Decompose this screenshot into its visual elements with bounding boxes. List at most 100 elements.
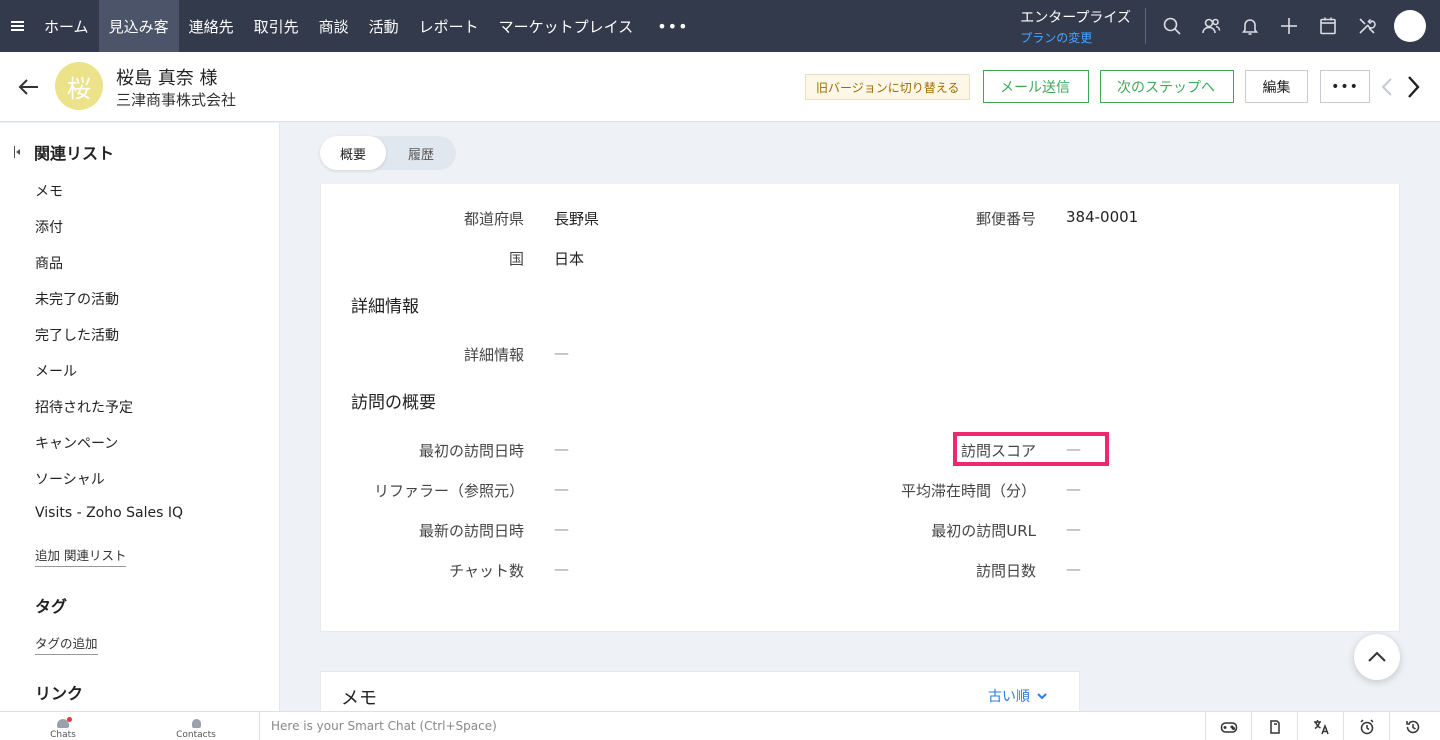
- chats-label: Chats: [50, 730, 76, 740]
- related-item-products[interactable]: 商品: [35, 253, 183, 289]
- nav-accounts[interactable]: 取引先: [244, 0, 309, 52]
- related-list-header[interactable]: 関連リスト: [14, 140, 114, 164]
- avg-time-label: 平均滞在時間（分）: [900, 482, 1036, 500]
- section-visit-title: 訪問の概要: [351, 393, 436, 413]
- chevron-down-icon: [1037, 693, 1047, 700]
- bell-icon[interactable]: [1230, 0, 1269, 52]
- chat-icon: [57, 717, 72, 728]
- top-navigation: ホーム 見込み客 連絡先 取引先 商談 活動 レポート マーケットプレイス ••…: [0, 0, 1440, 52]
- related-item-open-activities[interactable]: 未完了の活動: [35, 289, 183, 325]
- memo-sort-dropdown[interactable]: 古い順: [988, 686, 1048, 706]
- note-icon[interactable]: [1251, 712, 1297, 740]
- related-item-closed-activities[interactable]: 完了した活動: [35, 325, 183, 361]
- chevron-up-icon: [1368, 651, 1386, 662]
- detail-info-label: 詳細情報: [463, 346, 524, 364]
- nav-reports[interactable]: レポート: [409, 0, 489, 52]
- change-plan-link[interactable]: プランの変更: [1020, 29, 1131, 46]
- country-value[interactable]: 日本: [554, 248, 584, 269]
- tab-history[interactable]: 履歴: [386, 136, 456, 170]
- chevron-left-icon[interactable]: [1378, 76, 1396, 98]
- memo-card: メモ 古い順: [320, 671, 1080, 716]
- details-card: 都道府県 長野県 郵便番号 384-0001 国 日本 詳細情報 詳細情報 — …: [320, 184, 1400, 632]
- collapse-icon[interactable]: [14, 146, 22, 158]
- tools-icon[interactable]: [1347, 0, 1386, 52]
- avg-time-value[interactable]: —: [1066, 480, 1081, 498]
- nav-marketplace[interactable]: マーケットプレイス: [489, 0, 644, 52]
- history-icon[interactable]: [1389, 712, 1435, 740]
- record-company[interactable]: 三津商事株式会社: [116, 89, 236, 110]
- postal-code-label: 郵便番号: [975, 210, 1036, 228]
- nav-more-button[interactable]: •••: [643, 0, 702, 52]
- nav-leads[interactable]: 見込み客: [98, 0, 179, 52]
- chats-count-label: チャット数: [449, 562, 524, 580]
- related-item-visits[interactable]: Visits - Zoho Sales IQ: [35, 505, 183, 541]
- add-related-list-link[interactable]: 追加 関連リスト: [35, 545, 127, 567]
- related-item-invited-events[interactable]: 招待された予定: [35, 397, 183, 433]
- visit-days-label: 訪問日数: [975, 562, 1036, 580]
- bottom-bar: Chats Contacts Here is your Smart Chat (…: [0, 711, 1440, 740]
- referrer-value[interactable]: —: [554, 480, 569, 498]
- back-arrow-icon[interactable]: [18, 76, 40, 98]
- country-label: 国: [508, 250, 524, 268]
- record-tabs: 概要 履歴: [320, 136, 456, 170]
- first-visit-label: 最初の訪問日時: [418, 442, 524, 460]
- send-mail-button[interactable]: メール送信: [983, 70, 1089, 103]
- plus-icon[interactable]: [1269, 0, 1308, 52]
- record-header: 桜 桜島 真奈 様 三津商事株式会社 旧バージョンに切り替える メール送信 次の…: [0, 52, 1440, 122]
- latest-visit-value[interactable]: —: [554, 520, 569, 538]
- contacts-label: Contacts: [176, 730, 216, 740]
- user-avatar[interactable]: [1394, 10, 1426, 42]
- smart-chat-input[interactable]: Here is your Smart Chat (Ctrl+Space): [259, 712, 1203, 740]
- nav-deals[interactable]: 商談: [309, 0, 359, 52]
- chats-button[interactable]: Chats: [40, 712, 86, 740]
- hamburger-icon[interactable]: [0, 0, 34, 52]
- first-visit-value[interactable]: —: [554, 440, 569, 458]
- section-detail-title: 詳細情報: [351, 297, 419, 317]
- visit-days-value[interactable]: —: [1066, 560, 1081, 578]
- add-tag-link[interactable]: タグの追加: [35, 633, 98, 655]
- memo-sort-label: 古い順: [988, 689, 1030, 705]
- switch-old-version-button[interactable]: 旧バージョンに切り替える: [805, 74, 971, 100]
- tags-title: タグ: [35, 597, 68, 616]
- translate-icon[interactable]: [1297, 712, 1343, 740]
- search-icon[interactable]: [1152, 0, 1191, 52]
- related-list-sidebar: 関連リスト メモ 添付 商品 未完了の活動 完了した活動 メール 招待された予定…: [0, 123, 280, 711]
- related-item-notes[interactable]: メモ: [35, 181, 183, 217]
- record-avatar: 桜: [55, 62, 103, 110]
- visit-score-highlight: [953, 432, 1109, 466]
- related-item-social[interactable]: ソーシャル: [35, 469, 183, 505]
- first-url-value[interactable]: —: [1066, 520, 1081, 538]
- detail-info-value[interactable]: —: [554, 344, 569, 362]
- latest-visit-label: 最新の訪問日時: [418, 522, 524, 540]
- memo-title: メモ: [341, 688, 377, 709]
- contacts-button[interactable]: Contacts: [172, 712, 220, 740]
- users-icon[interactable]: [1191, 0, 1230, 52]
- prefecture-value[interactable]: 長野県: [554, 208, 599, 229]
- edition-info: エンタープライズ プランの変更: [1020, 8, 1146, 46]
- more-actions-button[interactable]: •••: [1320, 70, 1370, 103]
- related-item-campaigns[interactable]: キャンペーン: [35, 433, 183, 469]
- referrer-label: リファラー（参照元）: [373, 482, 524, 500]
- calendar-icon[interactable]: [1308, 0, 1347, 52]
- gamepad-icon[interactable]: [1205, 712, 1251, 740]
- nav-home[interactable]: ホーム: [34, 0, 99, 52]
- record-name: 桜島 真奈 様: [116, 68, 218, 89]
- contact-icon: [191, 719, 201, 728]
- first-url-label: 最初の訪問URL: [931, 522, 1036, 540]
- edit-button[interactable]: 編集: [1245, 70, 1308, 103]
- postal-code-value[interactable]: 384-0001: [1066, 208, 1138, 226]
- alarm-icon[interactable]: [1343, 712, 1389, 740]
- related-item-attachments[interactable]: 添付: [35, 217, 183, 253]
- next-step-button[interactable]: 次のステップへ: [1100, 70, 1234, 103]
- nav-activities[interactable]: 活動: [359, 0, 409, 52]
- tab-overview[interactable]: 概要: [320, 136, 386, 170]
- chats-count-value[interactable]: —: [554, 560, 569, 578]
- chevron-right-icon[interactable]: [1403, 74, 1423, 100]
- scroll-to-top-button[interactable]: [1354, 634, 1400, 680]
- links-title: リンク: [35, 684, 84, 703]
- edition-name: エンタープライズ: [1020, 9, 1131, 26]
- related-list-title: 関連リスト: [34, 144, 115, 163]
- nav-contacts[interactable]: 連絡先: [179, 0, 244, 52]
- prefecture-label: 都道府県: [463, 210, 524, 228]
- related-item-emails[interactable]: メール: [35, 361, 183, 397]
